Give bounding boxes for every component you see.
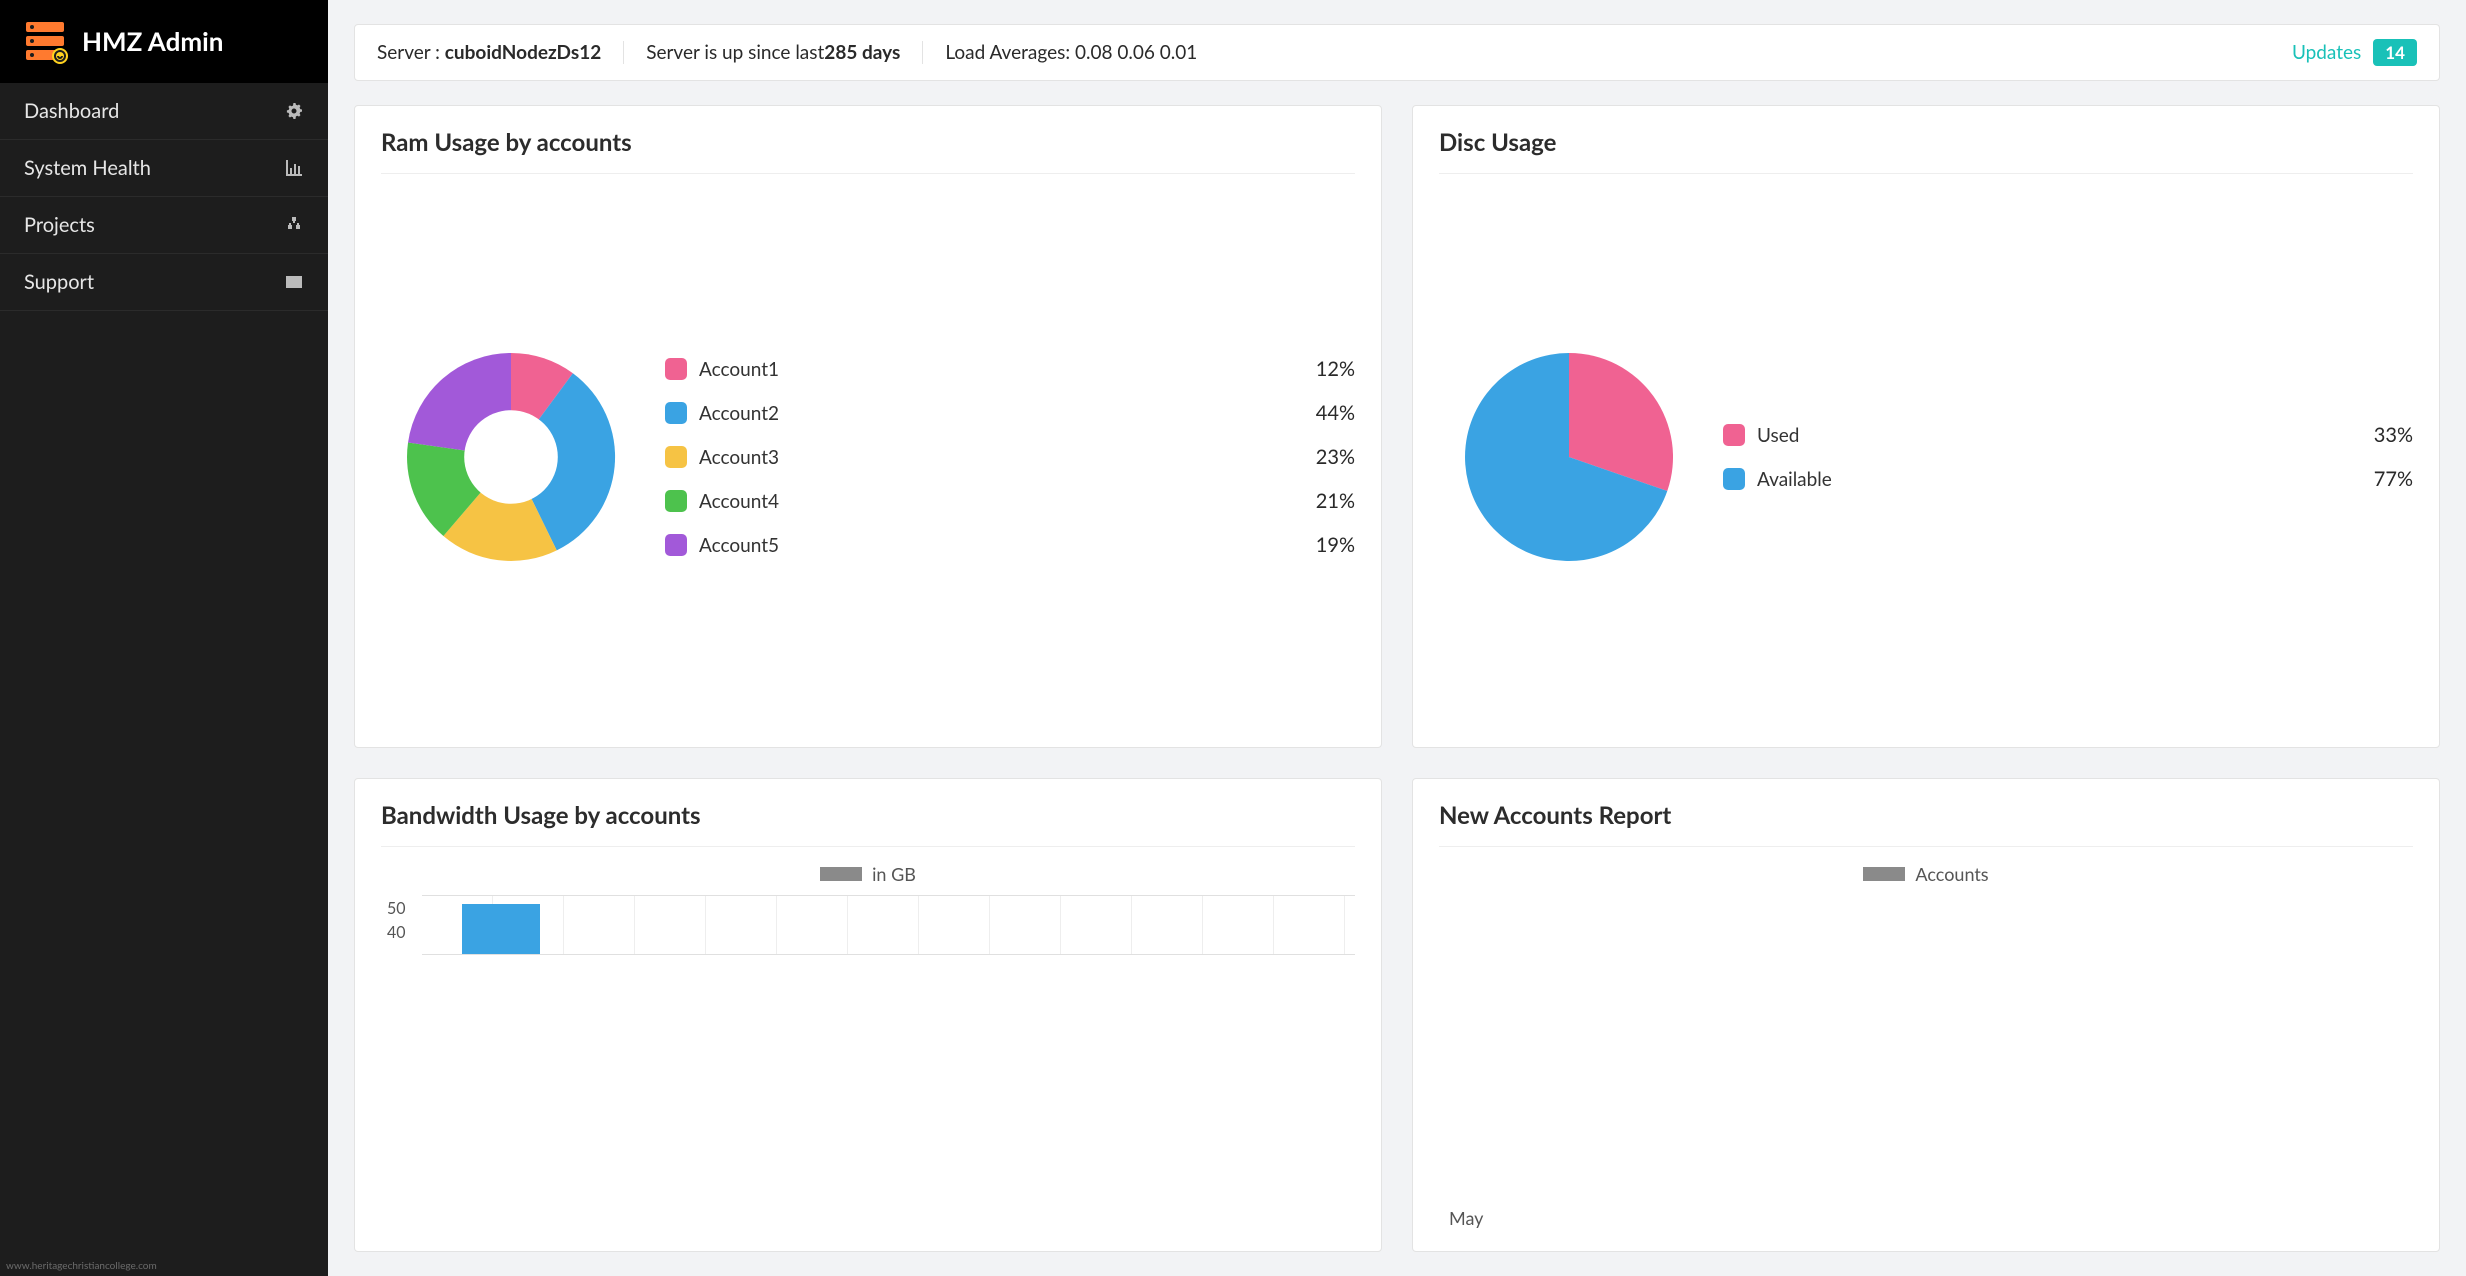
server-name: cuboidNodezDs12 xyxy=(445,41,601,64)
card-title: Bandwidth Usage by accounts xyxy=(381,801,1355,847)
legend-label: Accounts xyxy=(1915,863,1988,885)
legend-item: Used 33% xyxy=(1723,423,2413,447)
uptime-cell: Server is up since last285 days xyxy=(624,41,923,64)
legend-value: 77% xyxy=(2374,467,2413,491)
nav-dashboard[interactable]: Dashboard xyxy=(0,83,328,140)
watermark: www.heritagechristiancollege.com xyxy=(6,1260,157,1272)
card-disc-usage: Disc Usage Used 33% xyxy=(1412,105,2440,748)
bandwidth-legend: in GB xyxy=(820,863,916,885)
nav-projects[interactable]: Projects xyxy=(0,197,328,254)
nav-label: Projects xyxy=(24,213,95,237)
uptime-days: 285 days xyxy=(824,41,900,64)
swatch-icon xyxy=(665,402,687,424)
sitemap-icon xyxy=(284,215,304,235)
legend-label: Account5 xyxy=(699,534,1316,557)
legend-item: Account3 23% xyxy=(665,445,1355,469)
brand-title: HMZ Admin xyxy=(82,25,223,57)
legend-item: Available 77% xyxy=(1723,467,2413,491)
month-tick: May xyxy=(1439,1207,1483,1229)
legend-swatch-icon xyxy=(820,867,862,881)
card-ram-usage: Ram Usage by accounts xyxy=(354,105,1382,748)
legend-label: Account2 xyxy=(699,402,1316,425)
legend-label: in GB xyxy=(872,863,916,885)
card-grid: Ram Usage by accounts xyxy=(354,105,2440,1252)
nav-label: Dashboard xyxy=(24,99,119,123)
brand: HMZ Admin xyxy=(0,0,328,83)
legend-label: Used xyxy=(1757,424,2374,447)
bandwidth-barplot: 50 40 xyxy=(381,895,1355,1230)
nav-system-health[interactable]: System Health xyxy=(0,140,328,197)
uptime-prefix: Server is up since last xyxy=(646,41,824,64)
nav-label: System Health xyxy=(24,156,151,180)
bars-area xyxy=(422,895,1355,955)
legend-item: Account2 44% xyxy=(665,401,1355,425)
card-title: Disc Usage xyxy=(1439,128,2413,174)
nav-support[interactable]: Support xyxy=(0,254,328,311)
sidebar: HMZ Admin Dashboard System Health Projec… xyxy=(0,0,328,1276)
legend-label: Account4 xyxy=(699,490,1316,513)
legend-swatch-icon xyxy=(1863,867,1905,881)
legend-value: 23% xyxy=(1316,445,1355,469)
legend-label: Account3 xyxy=(699,446,1316,469)
envelope-icon xyxy=(284,272,304,292)
legend-value: 19% xyxy=(1316,533,1355,557)
legend-value: 12% xyxy=(1316,357,1355,381)
y-axis: 50 40 xyxy=(381,895,412,951)
y-tick: 50 xyxy=(387,899,406,923)
card-title: New Accounts Report xyxy=(1439,801,2413,847)
legend-label: Account1 xyxy=(699,358,1316,381)
updates-label: Updates xyxy=(2292,41,2361,64)
bar xyxy=(462,904,540,954)
gears-icon xyxy=(284,101,304,121)
updates[interactable]: Updates 14 xyxy=(2292,39,2417,66)
card-title: Ram Usage by accounts xyxy=(381,128,1355,174)
legend-value: 33% xyxy=(2374,423,2413,447)
load-label: Load Averages: 0.08 0.06 0.01 xyxy=(945,41,1197,64)
card-bandwidth: Bandwidth Usage by accounts in GB 50 40 xyxy=(354,778,1382,1253)
swatch-icon xyxy=(1723,424,1745,446)
swatch-icon xyxy=(665,534,687,556)
disc-pie-chart xyxy=(1439,327,1699,587)
server-label: Server : xyxy=(377,41,445,64)
legend-item: Account1 12% xyxy=(665,357,1355,381)
legend-item: Account4 21% xyxy=(665,489,1355,513)
ram-donut-chart xyxy=(381,327,641,587)
swatch-icon xyxy=(665,490,687,512)
server-name-cell: Server : cuboidNodezDs12 xyxy=(377,41,624,64)
nav: Dashboard System Health Projects Support xyxy=(0,83,328,311)
swatch-icon xyxy=(1723,468,1745,490)
legend-value: 44% xyxy=(1316,401,1355,425)
legend-item: Account5 19% xyxy=(665,533,1355,557)
bar-chart-icon xyxy=(284,158,304,178)
nav-label: Support xyxy=(24,270,94,294)
swatch-icon xyxy=(665,446,687,468)
updates-badge: 14 xyxy=(2373,39,2417,66)
load-cell: Load Averages: 0.08 0.06 0.01 xyxy=(923,41,1219,64)
topbar: Server : cuboidNodezDs12 Server is up si… xyxy=(354,24,2440,81)
legend-label: Available xyxy=(1757,468,2374,491)
accounts-legend: Accounts xyxy=(1863,863,1988,885)
legend-value: 21% xyxy=(1316,489,1355,513)
y-tick: 40 xyxy=(387,923,406,947)
ram-legend: Account1 12% Account2 44% Account3 23% xyxy=(665,357,1355,557)
server-logo-icon xyxy=(22,18,68,64)
disc-legend: Used 33% Available 77% xyxy=(1723,423,2413,491)
swatch-icon xyxy=(665,358,687,380)
topbar-left: Server : cuboidNodezDs12 Server is up si… xyxy=(377,41,1219,64)
main: Server : cuboidNodezDs12 Server is up si… xyxy=(328,0,2466,1276)
card-new-accounts: New Accounts Report Accounts May xyxy=(1412,778,2440,1253)
